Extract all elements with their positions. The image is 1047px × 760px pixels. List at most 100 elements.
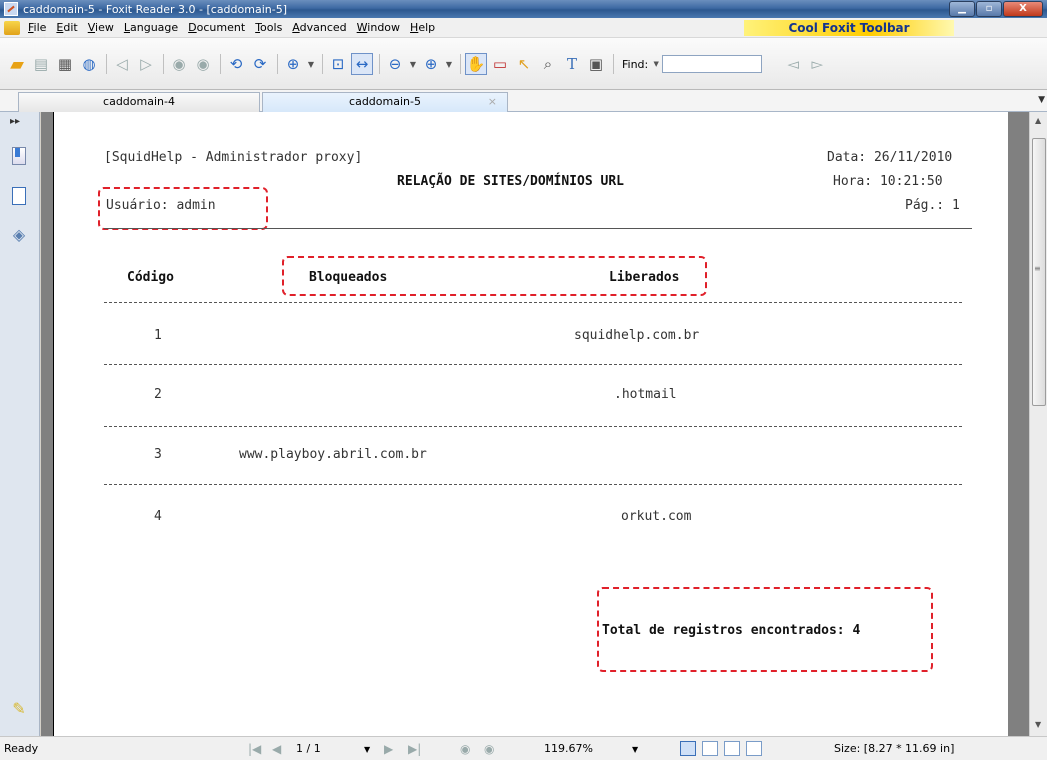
header-rule: [104, 228, 972, 229]
scrollbar-grip-icon: ≡: [1034, 264, 1041, 273]
cool-foxit-toolbar[interactable]: Cool Foxit Toolbar: [744, 20, 954, 36]
pointer-icon[interactable]: ↖: [513, 53, 535, 75]
find-previous-icon[interactable]: ◅: [782, 53, 804, 75]
row-separator: [104, 484, 962, 485]
continuous-facing-view-icon[interactable]: [746, 741, 762, 756]
page-size: Size: [8.27 * 11.69 in]: [834, 742, 955, 755]
expand-panel-icon[interactable]: ▸▸: [10, 116, 20, 127]
window-title: caddomain-5 - Foxit Reader 3.0 - [caddom…: [23, 2, 287, 16]
menu-view[interactable]: View: [84, 21, 120, 34]
attachments-icon[interactable]: ✎: [10, 698, 28, 718]
first-page-icon[interactable]: |◀: [248, 742, 261, 756]
document-tabs: caddomain-4 caddomain-5 × ▼: [0, 90, 1047, 112]
pdf-page: [SquidHelp - Administrador proxy] Data: …: [53, 112, 1008, 736]
page-thumbnails-icon[interactable]: [10, 186, 28, 206]
save-icon[interactable]: ▤: [30, 53, 52, 75]
row-4-allowed: orkut.com: [621, 509, 692, 524]
row-2-allowed: .hotmail: [614, 387, 677, 402]
highlight-user-box: [98, 187, 268, 230]
forward-icon[interactable]: ◉: [192, 53, 214, 75]
snapshot-icon[interactable]: ▣: [585, 53, 607, 75]
document-menu-icon[interactable]: [4, 20, 20, 35]
scroll-up-icon[interactable]: ▲: [1035, 116, 1041, 125]
toolbar-separator: [277, 54, 278, 74]
menu-help[interactable]: Help: [406, 21, 441, 34]
find-next-icon[interactable]: ▻: [806, 53, 828, 75]
maximize-button[interactable]: ▫: [976, 1, 1002, 17]
menu-advanced[interactable]: Advanced: [288, 21, 352, 34]
scroll-down-icon[interactable]: ▼: [1035, 720, 1041, 729]
open-icon[interactable]: ▰: [6, 53, 28, 75]
facing-view-icon[interactable]: [724, 741, 740, 756]
row-1-allowed: squidhelp.com.br: [574, 328, 700, 343]
report-date: Data: 26/11/2010: [827, 150, 953, 165]
menu-document[interactable]: Document: [184, 21, 251, 34]
print-icon[interactable]: ▦: [54, 53, 76, 75]
email-icon[interactable]: ◍: [78, 53, 100, 75]
toolbar-separator: [613, 54, 614, 74]
zoom-out-icon[interactable]: ⊖: [384, 53, 406, 75]
tab-caddomain-4[interactable]: caddomain-4: [18, 92, 260, 112]
row-1-code: 1: [154, 328, 162, 343]
fit-page-icon[interactable]: ⊡: [327, 53, 349, 75]
toolbar-separator: [220, 54, 221, 74]
foxit-app-icon: [4, 2, 18, 16]
zoom-in-icon[interactable]: ⊕: [282, 53, 304, 75]
minimize-button[interactable]: ▁: [949, 1, 975, 17]
tab-caddomain-5[interactable]: caddomain-5 ×: [262, 92, 508, 112]
bookmarks-icon[interactable]: [10, 146, 28, 166]
navigation-panel: ▸▸ ◈ ✎: [0, 112, 40, 736]
vertical-scrollbar[interactable]: ▲ ≡ ▼: [1029, 112, 1047, 736]
toolbar-separator: [163, 54, 164, 74]
menu-file[interactable]: File: [24, 21, 52, 34]
back-icon[interactable]: ◉: [168, 53, 190, 75]
typewriter-icon[interactable]: T: [561, 53, 583, 75]
fit-width-icon[interactable]: ↔: [351, 53, 373, 75]
menu-language[interactable]: Language: [120, 21, 184, 34]
chevron-down-icon[interactable]: ▼: [408, 53, 418, 75]
toolbar-separator: [460, 54, 461, 74]
find-binoculars-icon[interactable]: ⌕: [537, 53, 559, 75]
row-separator: [104, 364, 962, 365]
menu-window[interactable]: Window: [353, 21, 406, 34]
zoom-level[interactable]: 119.67%: [544, 742, 593, 755]
layers-icon[interactable]: ◈: [10, 224, 28, 244]
zoom-in-plus-icon[interactable]: ⊕: [420, 53, 442, 75]
rotate-left-icon[interactable]: ⟲: [225, 53, 247, 75]
zoom-dropdown-icon[interactable]: ▼: [632, 745, 638, 754]
menu-edit[interactable]: Edit: [52, 21, 83, 34]
hand-tool-icon[interactable]: ✋: [465, 53, 487, 75]
tabs-dropdown-icon[interactable]: ▼: [1038, 95, 1045, 105]
nav-forward-icon[interactable]: ◉: [484, 742, 494, 756]
chevron-down-icon[interactable]: ▼: [306, 53, 316, 75]
single-page-view-icon[interactable]: [680, 741, 696, 756]
continuous-view-icon[interactable]: [702, 741, 718, 756]
nav-back-icon[interactable]: ◉: [460, 742, 470, 756]
close-button[interactable]: X: [1003, 1, 1043, 17]
rotate-right-icon[interactable]: ⟳: [249, 53, 271, 75]
chevron-down-icon[interactable]: ▼: [652, 53, 660, 75]
highlight-total-box: [597, 587, 933, 672]
close-tab-icon[interactable]: ×: [488, 93, 497, 111]
next-page-icon[interactable]: ▷: [135, 53, 157, 75]
find-input[interactable]: [662, 55, 763, 73]
select-text-icon[interactable]: ▭: [489, 53, 511, 75]
last-page-icon[interactable]: ▶|: [408, 742, 421, 756]
column-header-code: Código: [127, 270, 174, 285]
toolbar-separator: [379, 54, 380, 74]
row-separator: [104, 302, 962, 303]
toolbar: ▰ ▤ ▦ ◍ ◁ ▷ ◉ ◉ ⟲ ⟳ ⊕ ▼ ⊡ ↔ ⊖ ▼ ⊕ ▼ ✋ ▭ …: [0, 38, 1047, 90]
report-time: Hora: 10:21:50: [833, 174, 943, 189]
chevron-down-icon[interactable]: ▼: [444, 53, 454, 75]
page-dropdown-icon[interactable]: ▼: [364, 745, 370, 754]
menu-tools[interactable]: Tools: [251, 21, 288, 34]
document-view[interactable]: [SquidHelp - Administrador proxy] Data: …: [41, 112, 1029, 736]
page-indicator[interactable]: 1 / 1: [296, 742, 321, 755]
report-title: RELAÇÃO DE SITES/DOMÍNIOS URL: [397, 174, 624, 189]
previous-page-icon[interactable]: ◁: [111, 53, 133, 75]
report-header-left: [SquidHelp - Administrador proxy]: [104, 150, 363, 165]
toolbar-separator: [322, 54, 323, 74]
next-page-icon[interactable]: ▶: [384, 742, 393, 756]
prev-page-icon[interactable]: ◀: [272, 742, 281, 756]
row-4-code: 4: [154, 509, 162, 524]
